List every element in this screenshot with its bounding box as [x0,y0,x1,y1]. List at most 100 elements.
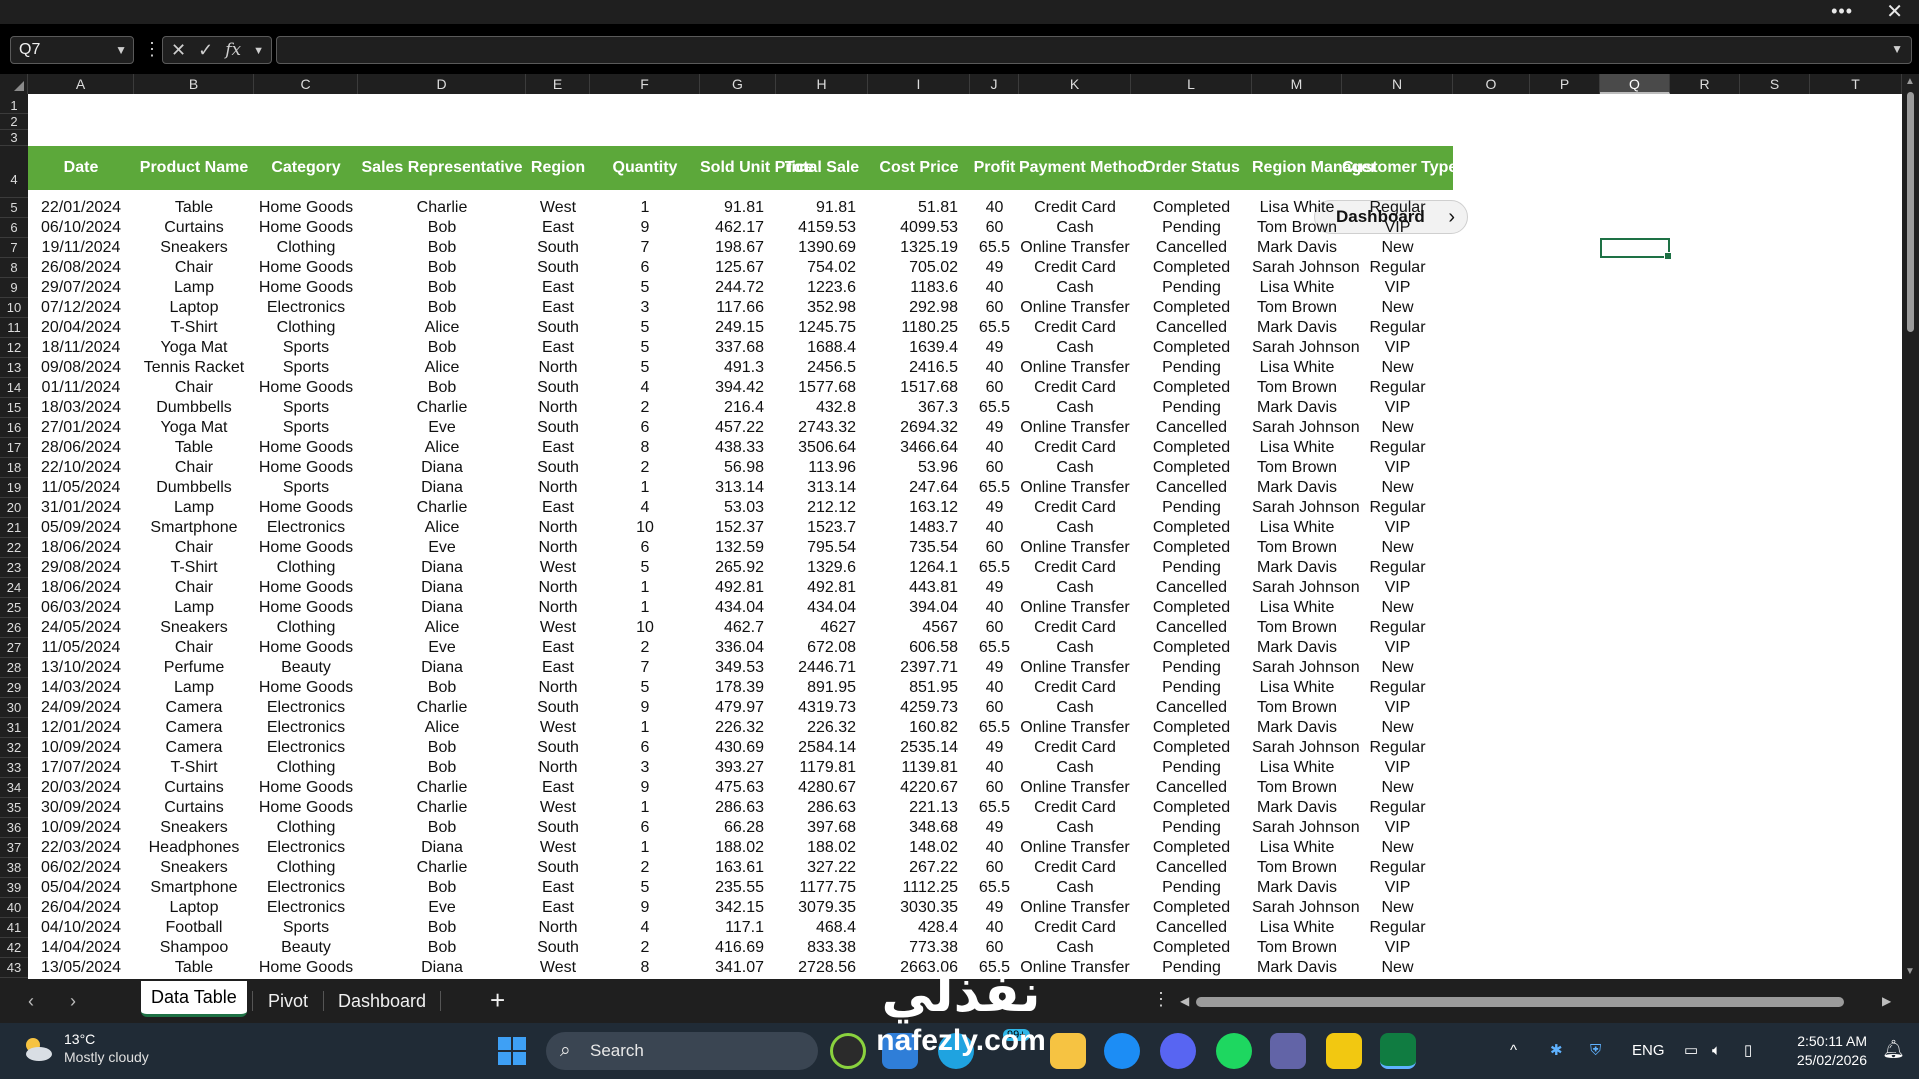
table-cell[interactable]: 4280.67 [776,778,856,798]
table-header-cell[interactable]: Region Manager [1252,146,1376,190]
table-cell[interactable]: VIP [1342,638,1453,658]
row-header[interactable]: 43 [0,958,28,978]
table-header-cell[interactable]: Order Status [1131,146,1252,190]
table-cell[interactable]: 24/05/2024 [28,618,134,638]
table-cell[interactable]: East [526,298,590,318]
table-cell[interactable]: Sports [254,358,358,378]
table-cell[interactable]: 462.17 [700,218,764,238]
row-header[interactable]: 24 [0,578,28,598]
table-cell[interactable]: Perfume [134,658,254,678]
table-cell[interactable]: Electronics [254,838,358,858]
table-cell[interactable]: 1183.6 [868,278,958,298]
table-cell[interactable]: North [526,398,590,418]
column-header-c[interactable]: C [254,74,358,94]
table-cell[interactable]: VIP [1342,218,1453,238]
row-header[interactable]: 6 [0,218,28,238]
table-cell[interactable]: 851.95 [868,678,958,698]
table-cell[interactable]: West [526,718,590,738]
name-box[interactable]: Q7 ▼ [10,36,134,64]
table-cell[interactable]: VIP [1342,698,1453,718]
row-header[interactable]: 27 [0,638,28,658]
table-cell[interactable]: Lisa White [1252,278,1342,298]
table-cell[interactable]: East [526,218,590,238]
table-cell[interactable]: South [526,938,590,958]
table-cell[interactable]: Sports [254,398,358,418]
table-cell[interactable]: Diana [358,598,526,618]
table-cell[interactable]: Cancelled [1131,238,1252,258]
table-cell[interactable]: Chair [134,638,254,658]
table-cell[interactable]: 40 [970,278,1019,298]
table-cell[interactable]: 91.81 [700,198,764,218]
table-cell[interactable]: 249.15 [700,318,764,338]
table-cell[interactable]: Mark Davis [1252,878,1342,898]
table-cell[interactable]: 40 [970,678,1019,698]
vertical-ellipsis-icon[interactable]: ⋮ [1152,979,1170,1023]
table-cell[interactable]: North [526,518,590,538]
table-cell[interactable]: Electronics [254,698,358,718]
row-header[interactable]: 36 [0,818,28,838]
table-cell[interactable]: Lisa White [1252,838,1342,858]
table-cell[interactable]: Regular [1342,198,1453,218]
table-cell[interactable]: Tom Brown [1252,218,1342,238]
table-cell[interactable]: Credit Card [1019,798,1131,818]
language-indicator[interactable]: ENG [1632,1023,1665,1079]
table-header-cell[interactable]: Sales Representative [358,146,526,190]
table-cell[interactable]: 117.66 [700,298,764,318]
table-cell[interactable]: 6 [590,818,700,838]
table-cell[interactable]: South [526,738,590,758]
table-cell[interactable]: 113.96 [776,458,856,478]
table-cell[interactable]: Pending [1131,678,1252,698]
tab-dashboard[interactable]: Dashboard [338,979,426,1023]
table-cell[interactable]: Charlie [358,778,526,798]
table-cell[interactable]: New [1342,478,1453,498]
spotify-icon[interactable] [1216,1033,1252,1069]
table-cell[interactable]: 06/03/2024 [28,598,134,618]
table-cell[interactable]: Sneakers [134,238,254,258]
table-cell[interactable]: 188.02 [776,838,856,858]
table-cell[interactable]: 18/06/2024 [28,578,134,598]
table-cell[interactable]: 60 [970,298,1019,318]
table-cell[interactable]: Sarah Johnson [1252,338,1360,358]
row-header[interactable]: 22 [0,538,28,558]
table-cell[interactable]: 6 [590,258,700,278]
table-cell[interactable]: Charlie [358,498,526,518]
row-header[interactable]: 11 [0,318,28,338]
bluetooth-icon[interactable]: ✱ [1550,1023,1563,1079]
table-cell[interactable]: Cash [1019,938,1131,958]
table-cell[interactable]: 163.61 [700,858,764,878]
table-cell[interactable]: Cancelled [1131,318,1252,338]
table-cell[interactable]: Lisa White [1252,918,1342,938]
table-cell[interactable]: 11/05/2024 [28,478,134,498]
table-cell[interactable]: 30/09/2024 [28,798,134,818]
table-cell[interactable]: VIP [1342,758,1453,778]
table-cell[interactable]: 14/03/2024 [28,678,134,698]
table-cell[interactable]: Laptop [134,298,254,318]
scroll-left-icon[interactable]: ◀ [1180,979,1189,1023]
table-cell[interactable]: 416.69 [700,938,764,958]
table-cell[interactable]: Cancelled [1131,858,1252,878]
table-cell[interactable]: 4220.67 [868,778,958,798]
table-cell[interactable]: 40 [970,838,1019,858]
table-cell[interactable]: 22/03/2024 [28,838,134,858]
table-cell[interactable]: 348.68 [868,818,958,838]
table-cell[interactable]: 66.28 [700,818,764,838]
table-cell[interactable]: New [1342,298,1453,318]
table-cell[interactable]: North [526,918,590,938]
table-cell[interactable]: Completed [1131,258,1252,278]
table-cell[interactable]: 65.5 [970,798,1019,818]
table-cell[interactable]: Home Goods [254,198,358,218]
table-cell[interactable]: Sarah Johnson [1252,738,1360,758]
table-cell[interactable]: Clothing [254,558,358,578]
table-cell[interactable]: Diana [358,478,526,498]
table-cell[interactable]: Regular [1342,498,1453,518]
table-cell[interactable]: Electronics [254,878,358,898]
table-cell[interactable]: 19/11/2024 [28,238,134,258]
table-cell[interactable]: 349.53 [700,658,764,678]
table-cell[interactable]: North [526,758,590,778]
table-cell[interactable]: 2397.71 [868,658,958,678]
table-cell[interactable]: Clothing [254,618,358,638]
table-cell[interactable]: Credit Card [1019,318,1131,338]
table-cell[interactable]: Home Goods [254,958,358,978]
table-cell[interactable]: 2694.32 [868,418,958,438]
table-cell[interactable]: Bob [358,818,526,838]
